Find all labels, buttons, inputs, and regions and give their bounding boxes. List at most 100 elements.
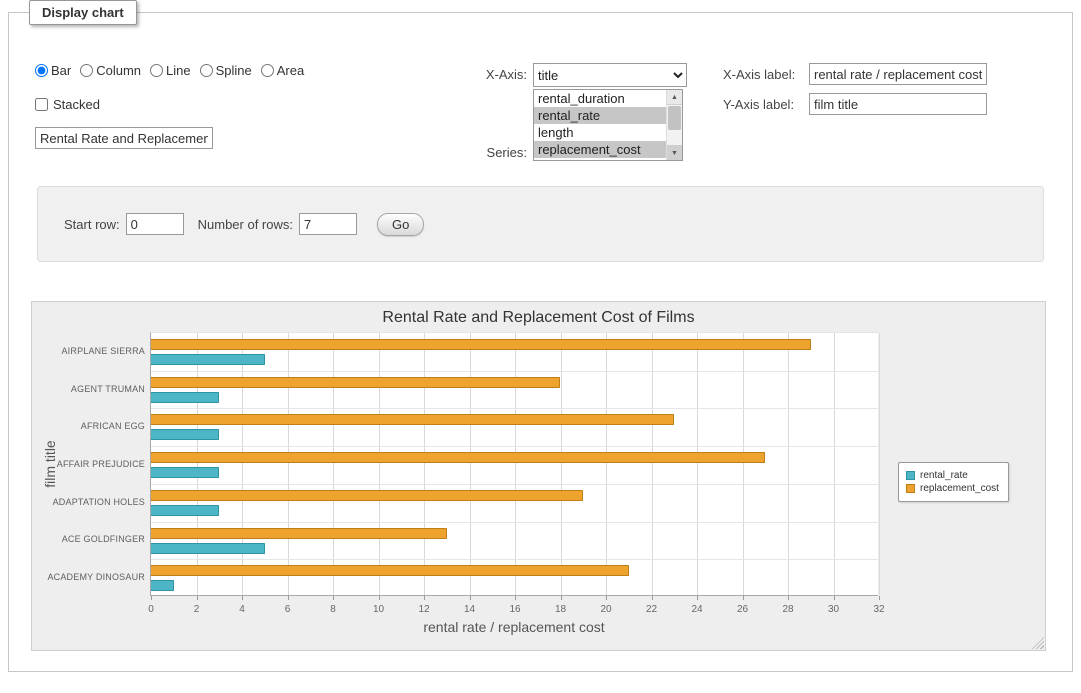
chart-type-radio-spline[interactable] xyxy=(200,64,213,77)
resize-handle-icon[interactable] xyxy=(1032,637,1044,649)
x-gridline xyxy=(606,333,607,595)
x-tick-label: 2 xyxy=(182,604,212,615)
stacked-checkbox[interactable] xyxy=(35,98,48,111)
replacement_cost-bar xyxy=(151,565,629,576)
series-scrollbar[interactable]: ▲ ▼ xyxy=(666,90,682,160)
scrollbar-thumb[interactable] xyxy=(668,106,681,130)
rows-panel: Start row: Number of rows: Go xyxy=(37,186,1044,262)
category-label: AFRICAN EGG xyxy=(37,421,145,431)
x-tick-label: 16 xyxy=(500,604,530,615)
x-gridline xyxy=(879,333,880,595)
start-row-input[interactable] xyxy=(126,213,184,235)
go-button[interactable]: Go xyxy=(377,213,424,236)
chart-type-option-column[interactable]: Column xyxy=(80,63,141,78)
replacement_cost-bar xyxy=(151,490,583,501)
x-axis-tick xyxy=(788,596,789,600)
category-label: ACE GOLDFINGER xyxy=(37,534,145,544)
chart-type-radio-area[interactable] xyxy=(261,64,274,77)
xaxis-label-field-label: X-Axis label: xyxy=(723,67,795,82)
series-list-items: rental_durationrental_ratelengthreplacem… xyxy=(534,90,666,160)
x-tick-label: 8 xyxy=(318,604,348,615)
chart-type-option-bar[interactable]: Bar xyxy=(35,63,71,78)
chart-title-input[interactable] xyxy=(35,127,213,149)
series-option-rental_rate[interactable]: rental_rate xyxy=(534,107,666,124)
legend-swatch-rental_rate xyxy=(906,471,915,480)
x-tick-label: 18 xyxy=(546,604,576,615)
chart-type-radio-column[interactable] xyxy=(80,64,93,77)
x-gridline xyxy=(379,333,380,595)
chart-type-radio-line[interactable] xyxy=(150,64,163,77)
scroll-down-icon[interactable]: ▼ xyxy=(667,145,682,160)
rental_rate-bar xyxy=(151,580,174,591)
x-gridline xyxy=(834,333,835,595)
chart-type-label-column: Column xyxy=(96,63,141,78)
band-gridline xyxy=(151,408,878,409)
x-axis-tick xyxy=(151,596,152,600)
xaxis-label-input[interactable] xyxy=(809,63,987,85)
x-tick-label: 32 xyxy=(864,604,894,615)
x-gridline xyxy=(561,333,562,595)
chart-type-option-area[interactable]: Area xyxy=(261,63,304,78)
chart-title: Rental Rate and Replacement Cost of Film… xyxy=(32,309,1045,327)
band-gridline xyxy=(151,371,878,372)
scroll-up-icon[interactable]: ▲ xyxy=(667,90,682,105)
x-tick-label: 20 xyxy=(591,604,621,615)
x-gridline xyxy=(652,333,653,595)
x-tick-label: 30 xyxy=(819,604,849,615)
rental_rate-bar xyxy=(151,392,219,403)
x-gridline xyxy=(788,333,789,595)
xaxis-select-label: X-Axis: xyxy=(461,67,527,82)
x-axis-tick xyxy=(561,596,562,600)
x-axis-tick xyxy=(333,596,334,600)
x-gridline xyxy=(697,333,698,595)
yaxis-label-input[interactable] xyxy=(809,93,987,115)
series-listbox[interactable]: rental_durationrental_ratelengthreplacem… xyxy=(533,89,683,161)
legend-swatch-replacement_cost xyxy=(906,484,915,493)
replacement_cost-bar xyxy=(151,452,765,463)
x-gridline xyxy=(470,333,471,595)
x-tick-label: 6 xyxy=(273,604,303,615)
rental_rate-bar xyxy=(151,354,265,365)
x-tick-label: 22 xyxy=(637,604,667,615)
x-axis-tick xyxy=(242,596,243,600)
chart-panel: Rental Rate and Replacement Cost of Film… xyxy=(31,301,1046,651)
x-tick-label: 12 xyxy=(409,604,439,615)
stacked-group[interactable]: Stacked xyxy=(35,97,100,112)
xaxis-select[interactable]: title xyxy=(533,63,687,87)
chart-legend: rental_rate replacement_cost xyxy=(898,462,1009,502)
x-gridline xyxy=(197,333,198,595)
x-axis-tick xyxy=(515,596,516,600)
chart-type-option-spline[interactable]: Spline xyxy=(200,63,252,78)
chart-type-label-area: Area xyxy=(277,63,304,78)
series-option-length[interactable]: length xyxy=(534,124,666,141)
chart-type-radio-bar[interactable] xyxy=(35,64,48,77)
legend-label-rental_rate: rental_rate xyxy=(920,470,968,481)
legend-item-rental_rate: rental_rate xyxy=(906,470,999,481)
chart-type-option-line[interactable]: Line xyxy=(150,63,191,78)
x-axis-title: rental rate / replacement cost xyxy=(150,619,878,635)
x-axis-tick xyxy=(470,596,471,600)
x-axis-tick xyxy=(697,596,698,600)
band-gridline xyxy=(151,559,878,560)
yaxis-label-field-label: Y-Axis label: xyxy=(723,97,794,112)
x-gridline xyxy=(743,333,744,595)
x-gridline xyxy=(288,333,289,595)
category-label: AIRPLANE SIERRA xyxy=(37,346,145,356)
band-gridline xyxy=(151,522,878,523)
x-tick-label: 0 xyxy=(136,604,166,615)
x-tick-label: 24 xyxy=(682,604,712,615)
num-rows-input[interactable] xyxy=(299,213,357,235)
series-option-replacement_cost[interactable]: replacement_cost xyxy=(534,141,666,158)
x-axis-tick xyxy=(652,596,653,600)
start-row-label: Start row: xyxy=(64,217,120,232)
series-option-rental_duration[interactable]: rental_duration xyxy=(534,90,666,107)
series-label: Series: xyxy=(461,145,527,160)
x-axis-tick xyxy=(743,596,744,600)
x-axis-tick xyxy=(288,596,289,600)
category-label: ACADEMY DINOSAUR xyxy=(37,572,145,582)
legend-label-replacement_cost: replacement_cost xyxy=(920,483,999,494)
legend-item-replacement_cost: replacement_cost xyxy=(906,483,999,494)
x-tick-label: 14 xyxy=(455,604,485,615)
panel-title: Display chart xyxy=(29,0,137,25)
category-label: ADAPTATION HOLES xyxy=(37,497,145,507)
